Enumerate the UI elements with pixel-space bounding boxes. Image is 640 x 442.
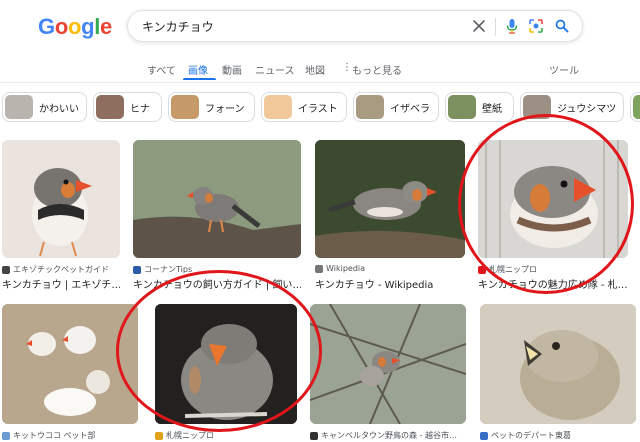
active-tab-indicator: [183, 78, 216, 80]
chip-thumbnail: [356, 95, 384, 119]
logo-letter: o: [54, 14, 68, 39]
image-result[interactable]: エキゾチックペットガイド キンカチョウ | エキゾチ…: [2, 140, 120, 292]
chip-illustration[interactable]: イラスト: [261, 92, 347, 122]
result-thumbnail[interactable]: [2, 304, 138, 424]
site-favicon: [133, 265, 141, 274]
result-source[interactable]: Wikipedia: [315, 264, 365, 273]
result-source[interactable]: 札幌ニップロ: [478, 264, 537, 275]
tab-all[interactable]: すべて: [147, 62, 176, 77]
logo-letter: o: [67, 14, 82, 39]
image-result[interactable]: キャンベルタウン野鳥の森 - 越谷市…: [310, 304, 466, 442]
result-source[interactable]: コーナンTips: [133, 264, 192, 275]
close-icon[interactable]: [469, 16, 489, 36]
chip-thumbnail: [448, 95, 476, 119]
result-title[interactable]: キンカチョウ - Wikipedia: [315, 276, 465, 291]
result-source-name: キャンベルタウン野鳥の森 - 越谷市…: [321, 431, 457, 440]
image-result[interactable]: 札幌ニップロ キンカチョウの魅力広め隊 - 札…: [478, 140, 628, 292]
search-icon[interactable]: [552, 16, 572, 36]
chip-thumbnail: [633, 95, 640, 119]
site-favicon: [2, 265, 10, 274]
microphone-icon[interactable]: [502, 16, 522, 36]
header-divider: [0, 82, 640, 83]
wikipedia-icon: [315, 264, 323, 273]
tab-news[interactable]: ニュース: [255, 62, 295, 77]
chip-hina[interactable]: ヒナ: [93, 92, 162, 122]
divider: [495, 18, 496, 36]
result-thumbnail[interactable]: [315, 140, 465, 258]
chip-thumbnail: [5, 95, 33, 119]
result-thumbnail[interactable]: [133, 140, 301, 258]
image-result[interactable]: コーナンTips キンカチョウの飼い方ガイド | 飼い…: [133, 140, 301, 292]
chip-label: 壁紙: [482, 103, 502, 115]
chip-label: ヒナ: [130, 103, 150, 115]
chip-label: フォーン: [205, 103, 245, 115]
chip-label: かわいい: [39, 103, 79, 115]
chip-label: イザベラ: [390, 103, 430, 115]
chip-isabella[interactable]: イザベラ: [353, 92, 439, 122]
more-options-icon[interactable]: ⋮: [342, 62, 352, 73]
result-source[interactable]: エキゾチックペットガイド: [2, 264, 109, 275]
chip-thumbnail: [523, 95, 551, 119]
site-favicon: [155, 431, 163, 440]
site-favicon: [480, 431, 488, 440]
result-thumbnail[interactable]: [478, 140, 628, 258]
result-thumbnail[interactable]: [480, 304, 636, 424]
chip-juushimatsu[interactable]: ジュウシマツ: [520, 92, 624, 122]
chip-thumbnail: [171, 95, 199, 119]
chip-partial[interactable]: [630, 92, 640, 122]
tab-images[interactable]: 画像: [188, 62, 208, 77]
result-source[interactable]: 札幌ニップロ: [155, 430, 214, 441]
result-title[interactable]: キンカチョウ | エキゾチ…: [2, 276, 120, 291]
logo-letter: G: [38, 14, 55, 39]
chip-thumbnail: [96, 95, 124, 119]
result-source-name: エキゾチックペットガイド: [13, 265, 109, 274]
chip-label: イラスト: [298, 103, 338, 115]
result-source-name: コーナンTips: [144, 265, 193, 274]
result-source-name: Wikipedia: [326, 264, 366, 273]
image-result[interactable]: キットウココ ペット部: [2, 304, 138, 442]
result-source-name: ペットのデパート東葛: [491, 431, 571, 440]
image-result[interactable]: Wikipedia キンカチョウ - Wikipedia: [315, 140, 465, 292]
result-source-name: 札幌ニップロ: [166, 431, 214, 440]
chip-fawn[interactable]: フォーン: [168, 92, 255, 122]
image-result[interactable]: ペットのデパート東葛: [480, 304, 636, 442]
site-favicon: [2, 431, 10, 440]
result-source[interactable]: ペットのデパート東葛: [480, 430, 571, 441]
tab-more[interactable]: もっと見る: [352, 62, 402, 77]
result-title[interactable]: キンカチョウの魅力広め隊 - 札…: [478, 276, 628, 291]
tab-maps[interactable]: 地図: [305, 62, 325, 77]
search-input[interactable]: キンカチョウ: [142, 18, 214, 35]
result-thumbnail[interactable]: [310, 304, 466, 424]
result-thumbnail[interactable]: [2, 140, 120, 258]
result-source-name: 札幌ニップロ: [489, 265, 537, 274]
chip-label: ジュウシマツ: [557, 103, 617, 115]
image-result[interactable]: 札幌ニップロ: [155, 304, 297, 442]
chip-wallpaper[interactable]: 壁紙: [445, 92, 514, 122]
result-title[interactable]: キンカチョウの飼い方ガイド | 飼い…: [133, 276, 301, 291]
tools-button[interactable]: ツール: [549, 62, 579, 77]
search-box[interactable]: キンカチョウ: [127, 10, 583, 42]
result-source-name: キットウココ ペット部: [13, 431, 96, 440]
google-logo[interactable]: Google: [38, 14, 112, 40]
site-favicon: [310, 431, 318, 440]
related-search-chips: かわいい ヒナ フォーン イラスト イザベラ 壁紙 ジュウシマツ: [0, 92, 640, 124]
camera-icon[interactable]: [526, 16, 546, 36]
chip-kawaii[interactable]: かわいい: [2, 92, 87, 122]
logo-letter: e: [100, 14, 112, 39]
result-source[interactable]: キャンベルタウン野鳥の森 - 越谷市…: [310, 430, 457, 441]
chip-thumbnail: [264, 95, 292, 119]
tab-videos[interactable]: 動画: [222, 62, 242, 77]
search-tabs: すべて 画像 動画 ニュース 地図 ⋮ もっと見る ツール: [0, 60, 640, 84]
result-source[interactable]: キットウココ ペット部: [2, 430, 96, 441]
result-thumbnail[interactable]: [155, 304, 297, 424]
logo-letter: g: [81, 14, 95, 39]
site-favicon: [478, 265, 486, 274]
